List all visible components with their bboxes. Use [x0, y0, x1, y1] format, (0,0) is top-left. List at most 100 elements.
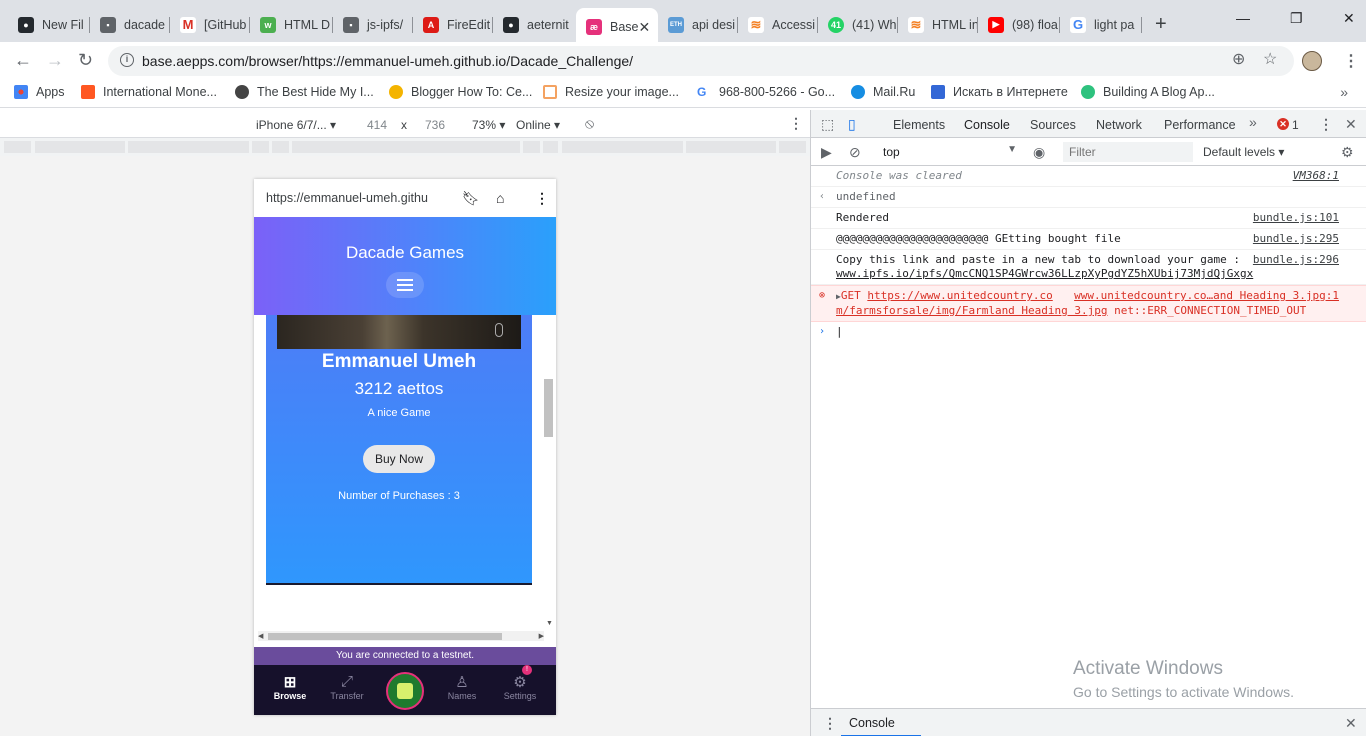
tab-console[interactable]: Console — [956, 118, 1018, 140]
bookmark-apps[interactable]: Apps — [14, 85, 65, 99]
phone-url[interactable]: https://emmanuel-umeh.githu — [266, 191, 428, 205]
address-bar[interactable]: i base.aepps.com/browser/https://emmanue… — [108, 46, 1294, 76]
devtools-menu-icon[interactable]: ⋮ — [1319, 116, 1333, 133]
request-url-link[interactable]: https://www.unitedcountry.co — [867, 289, 1052, 302]
horizontal-scrollbar[interactable]: ◀ ▶ — [258, 631, 544, 641]
angular-icon: A — [423, 16, 439, 33]
eye-icon[interactable]: ◉ — [1033, 144, 1045, 161]
phone-menu-icon[interactable]: ⋮ — [535, 190, 549, 207]
device-more-icon[interactable]: ⋮ — [789, 115, 803, 132]
scroll-left-icon[interactable]: ◀ — [258, 632, 263, 640]
browser-tab-active[interactable]: æ Base ✕ — [576, 8, 658, 46]
nav-browse[interactable]: ⊞ Browse — [260, 665, 320, 701]
scroll-down-icon[interactable]: ▼ — [546, 620, 553, 627]
browser-tab[interactable]: ● aeternit — [493, 8, 573, 41]
nav-transfer[interactable]: ⤢ Transfer — [317, 665, 377, 701]
more-tabs-icon[interactable]: » — [1249, 114, 1257, 130]
browser-tab[interactable]: ≋ Accessi — [738, 8, 818, 41]
tab-elements[interactable]: Elements — [893, 118, 945, 132]
tab-strip: ● New Fil ▪ dacade M [GitHub w HTML D ▪ js-ip… — [0, 0, 1366, 46]
forward-icon[interactable]: → — [46, 50, 64, 71]
bookmark-favicon-icon — [1081, 85, 1095, 99]
profile-avatar[interactable] — [1302, 51, 1322, 71]
browser-tab[interactable]: Glight pa — [1060, 8, 1142, 41]
device-width-input[interactable]: 414 — [367, 118, 387, 132]
drawer-menu-icon[interactable]: ⋮ — [823, 715, 837, 732]
browser-tab[interactable]: ▪ dacade — [90, 8, 170, 41]
device-toggle-icon[interactable]: ▯ — [848, 116, 856, 133]
maximize-icon[interactable]: ❐ — [1290, 10, 1303, 27]
account-avatar[interactable] — [386, 672, 424, 710]
bookmark-item[interactable]: G 968-800-5266 - Go... — [697, 85, 835, 99]
console-filter-input[interactable] — [1063, 142, 1193, 162]
close-devtools-icon[interactable]: ✕ — [1345, 116, 1357, 133]
sidebar-toggle-icon[interactable]: ▶ — [821, 144, 832, 161]
log-levels-select[interactable]: Default levels ▾ — [1203, 145, 1284, 159]
network-throttle-select[interactable]: Online ▾ — [516, 118, 560, 132]
browser-tab[interactable]: w HTML D — [250, 8, 333, 41]
console-settings-icon[interactable]: ⚙ — [1341, 144, 1354, 161]
bookmark-item[interactable]: Искать в Интернете — [931, 85, 1068, 99]
menu-icon[interactable]: ⋮ — [1343, 51, 1359, 71]
result-arrow-icon: ‹ — [819, 191, 826, 202]
rotate-icon[interactable]: ⦸ — [585, 115, 594, 132]
close-drawer-icon[interactable]: ✕ — [1345, 715, 1357, 732]
tab-network[interactable]: Network — [1096, 118, 1142, 132]
tab-performance[interactable]: Performance — [1164, 118, 1236, 132]
device-select[interactable]: iPhone 6/7/... ▾ — [256, 118, 336, 132]
ipfs-link[interactable]: www.ipfs.io/ipfs/QmcCNQ1SP4GWrcw36LLzpXy… — [836, 267, 1253, 280]
close-tab-icon[interactable]: ✕ — [639, 19, 651, 36]
error-count[interactable]: 1 — [1292, 118, 1299, 132]
bookmark-item[interactable]: Blogger How To: Ce... — [389, 85, 532, 99]
nav-names[interactable]: ♙ Names — [432, 665, 492, 701]
bookmark-item[interactable]: International Mone... — [81, 85, 217, 99]
inspect-element-icon[interactable]: ⬚ — [821, 116, 834, 133]
source-link[interactable]: bundle.js:295 — [1253, 232, 1339, 246]
browser-tab[interactable]: ≋ HTML in — [898, 8, 978, 41]
drawer-tab-console[interactable]: Console — [841, 716, 921, 736]
back-icon[interactable]: ← — [14, 50, 32, 71]
vertical-scrollbar[interactable] — [544, 379, 553, 437]
browser-tab[interactable]: ETH api desi — [658, 8, 738, 41]
install-icon[interactable]: ⊕ — [1232, 49, 1245, 69]
request-url-link[interactable]: m/farmsforsale/img/Farmland Heading 3.jp… — [836, 304, 1108, 317]
source-link[interactable]: www.unitedcountry.co…and Heading 3.jpg:1 — [1074, 289, 1339, 303]
clear-console-icon[interactable]: ⊘ — [849, 144, 861, 161]
zoom-select[interactable]: 73% ▾ — [472, 118, 505, 132]
address-url[interactable]: base.aepps.com/browser/https://emmanuel-… — [142, 53, 633, 69]
browser-tab[interactable]: ▶ (98) floa — [978, 8, 1060, 41]
browser-tab[interactable]: A FireEdit — [413, 8, 493, 41]
tab-sources[interactable]: Sources — [1030, 118, 1076, 132]
bookmark-item[interactable]: Building A Blog Ap... — [1081, 85, 1215, 99]
eth-icon: ETH — [668, 16, 684, 33]
close-window-icon[interactable]: ✕ — [1343, 10, 1355, 27]
browser-tab[interactable]: ● New Fil — [8, 8, 90, 41]
google-icon: G — [1070, 16, 1086, 33]
bookmark-item[interactable]: The Best Hide My I... — [235, 85, 374, 99]
buy-now-button[interactable]: Buy Now — [363, 445, 435, 473]
new-tab-button[interactable]: + — [1155, 13, 1167, 36]
bookmark-item[interactable]: Resize your image... — [543, 85, 679, 99]
home-icon[interactable]: ⌂ — [496, 190, 504, 206]
reload-icon[interactable]: ↻ — [78, 50, 93, 71]
error-icon[interactable]: ✕ — [1277, 118, 1289, 130]
hamburger-menu-icon[interactable] — [386, 272, 424, 298]
nav-settings[interactable]: ⚙ Settings — [490, 665, 550, 701]
source-link[interactable]: VM368:1 — [1293, 169, 1339, 183]
source-link[interactable]: bundle.js:101 — [1253, 211, 1339, 225]
browser-tab[interactable]: ▪ js-ipfs/ — [333, 8, 413, 41]
horizontal-scroll-thumb[interactable] — [268, 633, 502, 640]
browser-tab[interactable]: 41 (41) Wh — [818, 8, 898, 41]
browser-tab[interactable]: M [GitHub — [170, 8, 250, 41]
source-link[interactable]: bundle.js:296 — [1253, 253, 1339, 267]
console-prompt[interactable]: › | — [811, 322, 1366, 342]
star-icon[interactable]: ☆ — [1263, 49, 1277, 69]
bookmark-item[interactable]: Mail.Ru — [851, 85, 915, 99]
site-info-icon[interactable]: i — [120, 53, 134, 67]
bookmarks-overflow-icon[interactable]: » — [1340, 84, 1348, 100]
context-select[interactable]: top ▼ — [879, 143, 1019, 161]
minimize-icon[interactable]: — — [1236, 10, 1250, 26]
scroll-right-icon[interactable]: ▶ — [539, 632, 544, 640]
device-height-input[interactable]: 736 — [425, 118, 445, 132]
bookmark-icon[interactable]: 🔖︎ — [462, 190, 480, 207]
